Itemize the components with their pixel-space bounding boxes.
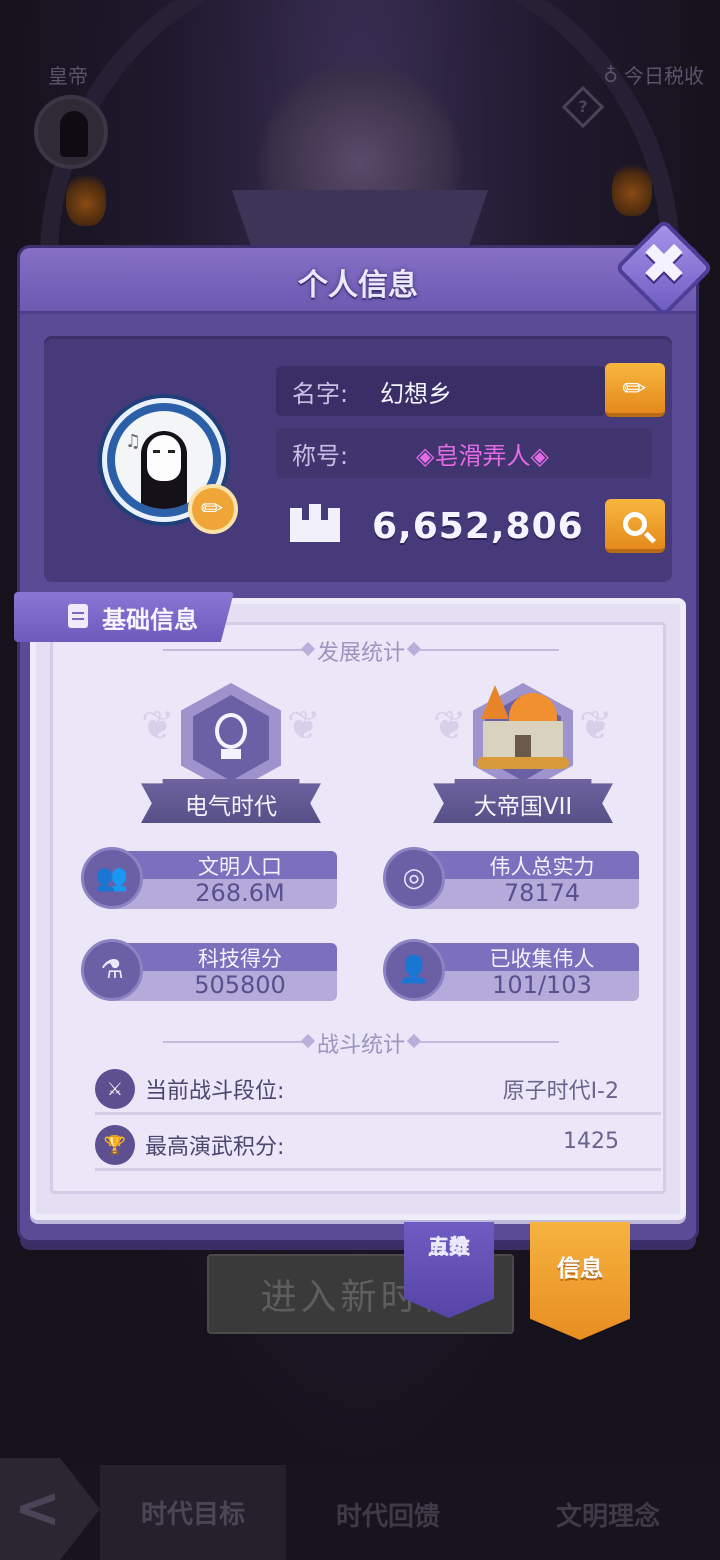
tab-era-reward[interactable]: 时代回馈 xyxy=(336,1496,440,1533)
emperor-avatar[interactable] xyxy=(34,95,108,169)
stat-population: 👥 文明人口 268.6M xyxy=(81,847,337,909)
title-field: 称号: ◈皂滑弄人◈ xyxy=(276,428,652,478)
trophy-icon: 🏆 xyxy=(95,1125,135,1165)
power-value: 6,652,806 xyxy=(372,506,584,547)
tab-era-goal[interactable]: 时代目标 xyxy=(100,1465,286,1560)
stat-greats-collected: 👤 已收集伟人 101/103 xyxy=(383,939,639,1001)
basic-info-card: 发展统计 ❦ ❦ 电气时代 ❦ ❦ 大帝国VII 👥 文明人口 268.6M ◎… xyxy=(30,598,686,1220)
laurel-icon: ❦ xyxy=(287,703,321,749)
power-detail-button[interactable] xyxy=(605,499,665,553)
title-value: ◈皂滑弄人◈ xyxy=(416,442,549,470)
tab-civ-ideology[interactable]: 文明理念 xyxy=(556,1496,660,1533)
stat-greats-power: ◎ 伟人总实力 78174 xyxy=(383,847,639,909)
daily-tax-button[interactable]: ♁ 今日税收 xyxy=(603,60,704,89)
empire-castle-icon xyxy=(473,677,573,777)
laurel-icon: ❦ xyxy=(433,703,467,749)
music-note-icon: ♫ xyxy=(125,431,142,452)
tab-personal-info[interactable]: 个人 信息 xyxy=(530,1222,630,1340)
name-value: 幻想乡 xyxy=(380,380,452,408)
battle-rank-row: ⚔ 当前战斗段位: 原子时代I-2 xyxy=(95,1065,661,1115)
money-bag-icon: ♁ xyxy=(603,62,618,87)
power-icon: ◎ xyxy=(402,863,426,893)
pencil-icon: ✎ xyxy=(615,368,655,408)
era-ribbon: 电气时代 xyxy=(141,779,321,823)
era-name: 电气时代 xyxy=(185,794,277,820)
emperor-label: 皇帝 xyxy=(48,64,88,88)
best-score-row: 🏆 最高演武积分: 1425 xyxy=(95,1121,661,1171)
dialog-header: 个人信息 xyxy=(20,248,696,314)
empire-level: 大帝国VII xyxy=(473,794,573,820)
close-button[interactable]: ✖ xyxy=(614,218,714,318)
avatar-edit-button[interactable]: ✎ xyxy=(188,484,238,534)
title-label: 称号: xyxy=(292,442,349,470)
era-badge[interactable]: ❦ ❦ 电气时代 xyxy=(141,683,321,833)
daily-tax-label: 今日税收 xyxy=(624,64,704,88)
people-icon: 👥 xyxy=(95,863,129,893)
battle-heading: 战斗统计 xyxy=(53,1027,669,1058)
laurel-icon: ❦ xyxy=(141,703,175,749)
name-label: 名字: xyxy=(292,380,349,408)
edit-name-button[interactable]: ✎ xyxy=(605,363,665,417)
basic-info-content: 发展统计 ❦ ❦ 电气时代 ❦ ❦ 大帝国VII 👥 文明人口 268.6M ◎… xyxy=(50,622,666,1194)
document-icon xyxy=(68,604,88,628)
name-field: 名字: 幻想乡 xyxy=(276,366,606,416)
swords-icon: ⚔ xyxy=(95,1069,135,1109)
personal-info-dialog: 个人信息 ♫ ✎ 名字: 幻想乡 ✎ 称号: ◈皂滑弄人◈ 6,652,806 xyxy=(14,248,696,1240)
tab-five-dimension-points[interactable]: 五维 点数 xyxy=(404,1222,494,1318)
era-banner xyxy=(232,190,488,250)
empire-level-badge[interactable]: ❦ ❦ 大帝国VII xyxy=(433,683,613,833)
dialog-title: 个人信息 xyxy=(298,268,418,303)
lightbulb-icon xyxy=(215,713,247,749)
stat-tech-score: ⚗ 科技得分 505800 xyxy=(81,939,337,1001)
empire-ribbon: 大帝国VII xyxy=(433,779,613,823)
close-icon: ✖ xyxy=(640,232,688,297)
back-arrow-icon: < xyxy=(14,1476,61,1541)
basic-info-tab: 基础信息 xyxy=(14,592,234,642)
laurel-icon: ❦ xyxy=(579,703,613,749)
flask-icon: ⚗ xyxy=(100,955,124,985)
person-icon: 👤 xyxy=(397,955,431,985)
search-icon xyxy=(623,512,647,536)
torch-right xyxy=(612,160,652,216)
pencil-icon: ✎ xyxy=(194,490,232,528)
profile-panel: ♫ ✎ 名字: 幻想乡 ✎ 称号: ◈皂滑弄人◈ 6,652,806 xyxy=(44,336,672,582)
castle-power-icon xyxy=(290,504,340,542)
torch-left xyxy=(66,170,106,226)
